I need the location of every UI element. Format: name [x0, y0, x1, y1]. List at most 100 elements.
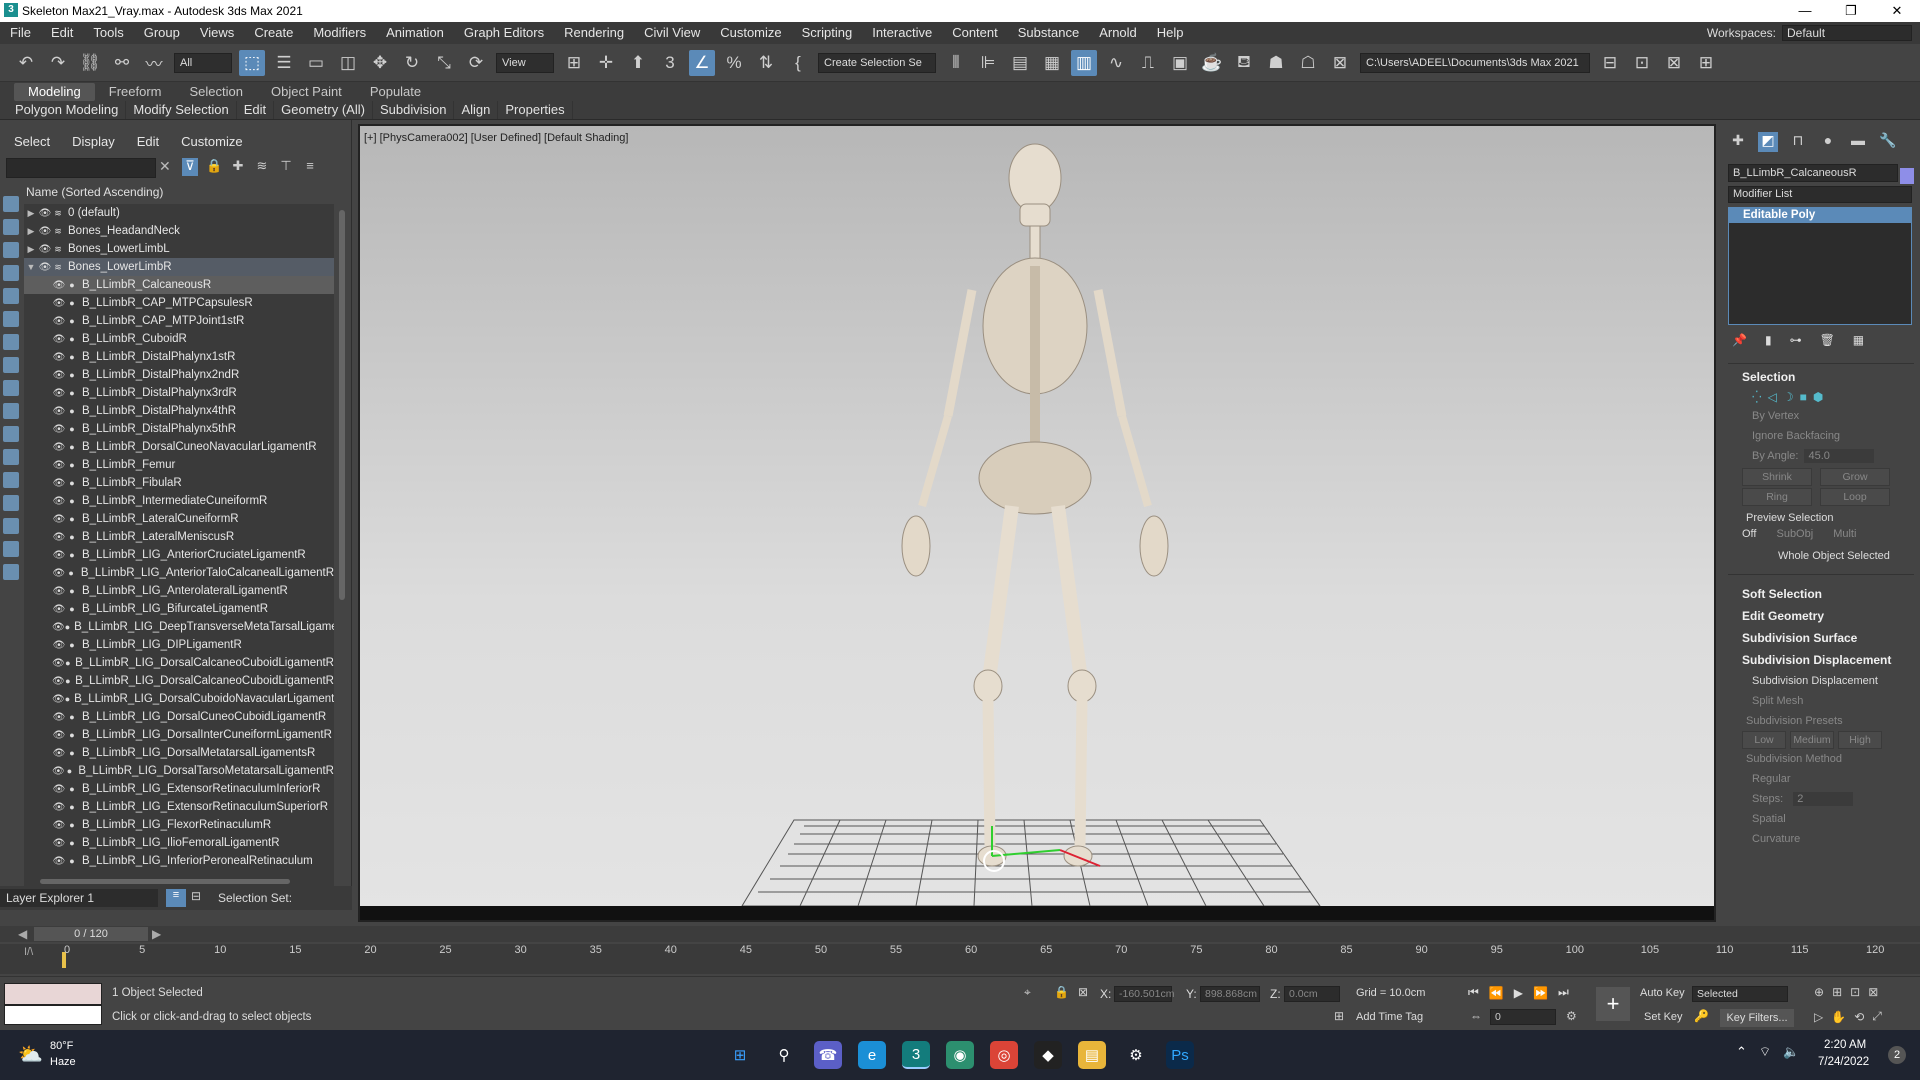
move-icon[interactable]: ✥ [367, 50, 393, 76]
object-row[interactable]: 👁 ● B_LLimbR_LIG_DorsalTarsoMetatarsalLiga… [24, 762, 334, 780]
time-slider-handle[interactable]: 0 / 120 [34, 927, 148, 941]
loop-button[interactable]: Loop [1820, 488, 1890, 506]
rollout-subdivision-displacement[interactable]: Subdivision Displacement [1728, 649, 1914, 671]
expand-toggle-icon[interactable]: ▼ [24, 262, 38, 272]
tray-overflow-icon[interactable]: ⌃ [1736, 1044, 1747, 1060]
display-all-icon[interactable] [3, 495, 19, 511]
visibility-eye-icon[interactable]: 👁 [38, 226, 52, 237]
visibility-eye-icon[interactable]: 👁 [38, 244, 52, 255]
time-slider[interactable]: ◀ 0 / 120 ▶ [0, 926, 1920, 942]
tree-vertical-scrollbar[interactable] [339, 210, 345, 600]
object-row[interactable]: 👁 ● B_LLimbR_CuboidR [24, 330, 334, 348]
z-coordinate-field[interactable]: 0.0cm [1284, 986, 1340, 1002]
object-row[interactable]: 👁 ● B_LLimbR_CAP_MTPCapsulesR [24, 294, 334, 312]
object-row[interactable]: 👁 ● B_LLimbR_LIG_FlexorRetinaculumR [24, 816, 334, 834]
add-time-tag-button[interactable]: Add Time Tag [1356, 1011, 1423, 1023]
object-row[interactable]: 👁 ● B_LLimbR_LIG_DorsalInterCuneiformLigam… [24, 726, 334, 744]
clock-date[interactable]: 7/24/2022 [1818, 1056, 1869, 1068]
new-layer-icon[interactable]: ✚ [230, 158, 246, 176]
expand-toggle-icon[interactable]: ▶ [24, 244, 38, 255]
visibility-eye-icon[interactable]: 👁 [52, 352, 66, 363]
workspace-dropdown[interactable]: Default [1782, 25, 1912, 41]
time-tag-icon[interactable]: ⊞ [1334, 1009, 1344, 1023]
maximize-viewport-icon[interactable]: ⤢ [1872, 1009, 1882, 1024]
project-open-icon[interactable]: ⊡ [1629, 50, 1655, 76]
steps-value[interactable]: 2 [1793, 792, 1854, 806]
make-unique-icon[interactable]: ⊶ [1790, 333, 1802, 347]
visibility-eye-icon[interactable]: 👁 [52, 658, 65, 669]
visibility-eye-icon[interactable]: 👁 [52, 298, 66, 309]
motion-tab-icon[interactable]: ● [1818, 132, 1838, 152]
project-path-dropdown[interactable]: C:\Users\ADEEL\Documents\3ds Max 2021 [1360, 52, 1590, 73]
edge-icon[interactable]: e [858, 1041, 886, 1069]
settings-icon[interactable]: ⚙ [1122, 1041, 1150, 1069]
explorer-menu-select[interactable]: Select [14, 134, 50, 149]
visibility-eye-icon[interactable]: 👁 [52, 694, 65, 705]
teams-icon[interactable]: ☎ [814, 1041, 842, 1069]
explorer-search-input[interactable] [6, 158, 156, 178]
ribbon-panel-properties[interactable]: Properties [498, 100, 573, 119]
remove-modifier-icon[interactable]: 🗑 [1820, 333, 1835, 347]
ring-button[interactable]: Ring [1742, 488, 1812, 506]
layer-row[interactable]: ▼ 👁 ≋ Bones_LowerLimbR [24, 258, 334, 276]
visibility-eye-icon[interactable]: 👁 [52, 460, 66, 471]
menu-content[interactable]: Content [942, 22, 1008, 44]
menu-views[interactable]: Views [190, 22, 244, 44]
menu-group[interactable]: Group [134, 22, 190, 44]
ribbon-tab-object-paint[interactable]: Object Paint [257, 83, 356, 101]
object-row[interactable]: 👁 ● B_LLimbR_LIG_ExtensorRetinaculumSuperi… [24, 798, 334, 816]
wifi-icon[interactable]: ⌔ [1759, 1044, 1771, 1060]
goto-start-icon[interactable]: ⏮ [1468, 985, 1479, 1000]
visibility-eye-icon[interactable]: 👁 [52, 856, 66, 867]
select-by-name-icon[interactable]: ☰ [271, 50, 297, 76]
time-slider-next[interactable]: ▶ [152, 927, 161, 941]
key-mode-dropdown[interactable]: Selected [1692, 986, 1788, 1002]
object-row[interactable]: 👁 ● B_LLimbR_DistalPhalynx1stR [24, 348, 334, 366]
object-row[interactable]: 👁 ● B_LLimbR_LIG_BifurcateLigamentR [24, 600, 334, 618]
select-manipulate-icon[interactable]: ✛ [593, 50, 619, 76]
y-coordinate-field[interactable]: 898.868cm [1200, 986, 1260, 1002]
bind-spacewarp-icon[interactable]: 〰 [141, 50, 167, 76]
maps-icon[interactable]: ◉ [946, 1041, 974, 1069]
placement-icon[interactable]: ⟳ [463, 50, 489, 76]
render-iterative-icon[interactable]: ☖ [1295, 50, 1321, 76]
weather-icon[interactable]: ⛅ [18, 1042, 43, 1067]
curvature-radio[interactable]: Curvature [1728, 829, 1914, 849]
visibility-eye-icon[interactable]: 👁 [52, 838, 66, 849]
visibility-eye-icon[interactable]: 👁 [52, 478, 66, 489]
selection-lock-icon[interactable]: 🔒 [1054, 985, 1069, 999]
track-bar[interactable]: I/\ 0 5 10 15 20 25 30 35 40 45 50 55 60 65 70 75 80 85 90… [0, 944, 1920, 974]
display-groups-icon[interactable] [3, 357, 19, 373]
object-row[interactable]: 👁 ● B_LLimbR_LIG_DorsalCuneoCuboidLigament… [24, 708, 334, 726]
visibility-eye-icon[interactable]: 👁 [52, 568, 65, 579]
edit-named-selection-icon[interactable]: { [785, 50, 811, 76]
visibility-eye-icon[interactable]: 👁 [52, 496, 66, 507]
create-tab-icon[interactable]: ✚ [1728, 132, 1748, 152]
display-tab-icon[interactable]: ▬ [1848, 132, 1868, 152]
perspective-viewport[interactable]: [+] [PhysCamera002] [User Defined] [Defa… [358, 124, 1716, 922]
project-settings-icon[interactable]: ⊞ [1693, 50, 1719, 76]
visibility-eye-icon[interactable]: 👁 [52, 550, 66, 561]
select-object-icon[interactable]: ⬚ [239, 49, 265, 76]
filter-icon[interactable] [3, 541, 19, 557]
preview-subobj-radio[interactable]: SubObj [1776, 528, 1813, 540]
display-spacewarps-icon[interactable] [3, 334, 19, 350]
visibility-eye-icon[interactable]: 👁 [52, 424, 66, 435]
add-to-layer-icon[interactable]: ≋ [254, 158, 270, 176]
object-row[interactable]: 👁 ● B_LLimbR_LIG_AnteriorTaloCalcanealLiga… [24, 564, 334, 582]
hierarchy-tab-icon[interactable]: ⊓ [1788, 132, 1808, 152]
absolute-mode-icon[interactable]: ⊠ [1078, 985, 1088, 999]
ribbon-panel-subdivision[interactable]: Subdivision [373, 100, 455, 119]
display-shapes-icon[interactable] [3, 242, 19, 258]
object-row[interactable]: 👁 ● B_LLimbR_DistalPhalynx5thR [24, 420, 334, 438]
ribbon-toggle-icon[interactable]: ▦ [1039, 50, 1065, 76]
object-row[interactable]: 👁 ● B_LLimbR_DorsalCuneoNavacularLigamentR [24, 438, 334, 456]
visibility-eye-icon[interactable]: 👁 [52, 370, 66, 381]
visibility-eye-icon[interactable]: 👁 [52, 586, 66, 597]
utilities-tab-icon[interactable]: 🔧 [1878, 132, 1898, 152]
project-folder-icon[interactable]: ⊟ [1597, 50, 1623, 76]
display-helpers-icon[interactable] [3, 311, 19, 327]
rollout-edit-geometry[interactable]: Edit Geometry [1728, 605, 1914, 627]
visibility-eye-icon[interactable]: 👁 [52, 514, 66, 525]
mirror-icon[interactable]: ⫴ [943, 50, 969, 76]
